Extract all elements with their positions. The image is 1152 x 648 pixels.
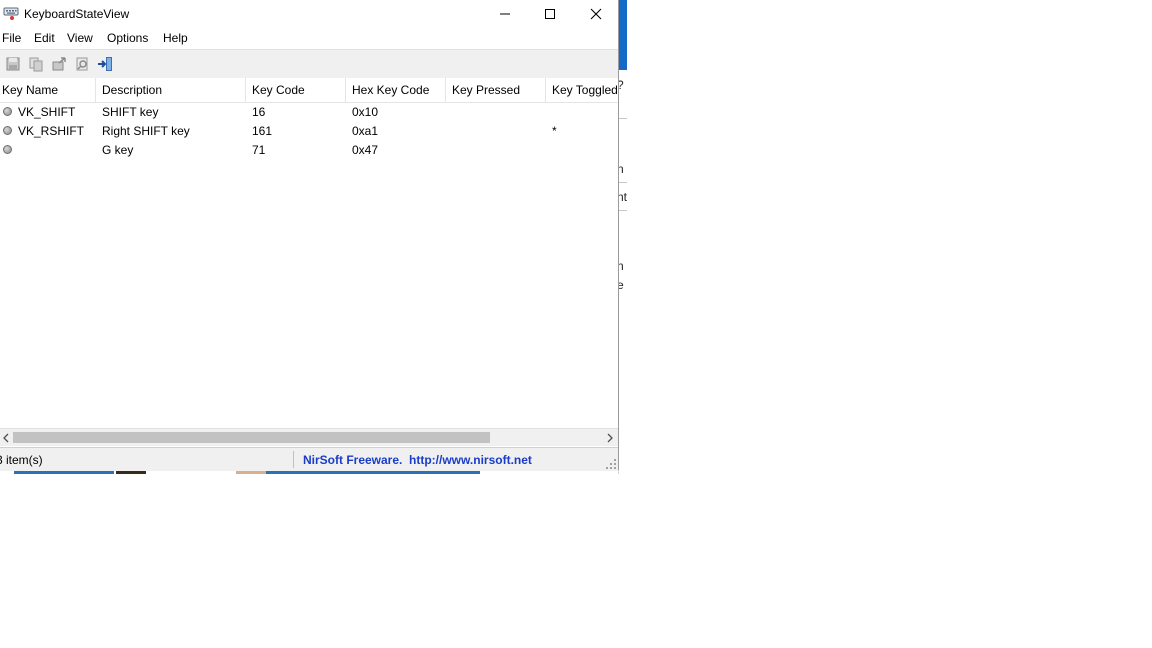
resize-grip-icon[interactable] (606, 458, 616, 469)
menu-options[interactable]: Options (107, 31, 148, 45)
list-header: Key Name Description Key Code Hex Key Co… (0, 78, 618, 103)
title-bar[interactable]: KeyboardStateView (0, 0, 618, 28)
menu-help[interactable]: Help (163, 31, 188, 45)
background-text: nt (619, 190, 627, 204)
export-icon[interactable] (50, 55, 68, 73)
column-header-key-toggled[interactable]: Key Toggled (546, 78, 618, 102)
copy-icon[interactable] (27, 55, 45, 73)
hex-key-code-cell: 0x47 (352, 143, 379, 157)
key-list[interactable]: Key Name Description Key Code Hex Key Co… (0, 78, 618, 428)
status-divider (293, 451, 294, 468)
background-divider (619, 210, 627, 211)
column-header-key-pressed[interactable]: Key Pressed (446, 78, 546, 102)
hex-key-code-cell: 0x10 (352, 105, 379, 119)
scrollbar-thumb[interactable] (13, 432, 490, 443)
key-code-cell: 16 (252, 105, 266, 119)
background-divider (619, 182, 627, 183)
table-row[interactable]: VK_SHIFT SHIFT key 16 0x10 (0, 103, 618, 122)
key-name-cell: VK_SHIFT (18, 105, 76, 119)
key-toggled-cell: * (552, 124, 557, 138)
maximize-icon (545, 9, 555, 19)
close-icon (590, 8, 602, 20)
maximize-button[interactable] (527, 0, 573, 28)
background-window: ? n nt n e (618, 0, 627, 474)
save-icon[interactable] (4, 55, 22, 73)
status-bar: 3 item(s) NirSoft Freeware. http://www.n… (0, 447, 618, 471)
background-divider (619, 118, 627, 119)
key-state-icon (3, 126, 12, 135)
column-header-key-name[interactable]: Key Name (0, 78, 96, 102)
background-window-accent (619, 0, 627, 70)
keyboard-app-icon (3, 5, 19, 21)
key-name-cell: VK_RSHIFT (18, 124, 85, 138)
horizontal-scrollbar[interactable] (0, 428, 618, 446)
table-row[interactable]: VK_RSHIFT Right SHIFT key 161 0xa1 * (0, 122, 618, 141)
properties-icon[interactable] (73, 55, 91, 73)
key-code-cell: 161 (252, 124, 273, 138)
app-window: KeyboardStateView File Edit View Options… (0, 0, 619, 471)
nirsoft-link[interactable]: NirSoft Freeware. http://www.nirsoft.net (303, 453, 532, 467)
description-cell: SHIFT key (102, 105, 159, 119)
scroll-left-icon[interactable] (0, 429, 12, 446)
description-cell: G key (102, 143, 134, 157)
menu-file[interactable]: File (2, 31, 21, 45)
description-cell: Right SHIFT key (102, 124, 190, 138)
column-header-key-code[interactable]: Key Code (246, 78, 346, 102)
window-title: KeyboardStateView (24, 7, 130, 21)
close-button[interactable] (573, 0, 619, 28)
column-header-description[interactable]: Description (96, 78, 246, 102)
minimize-button[interactable] (482, 0, 528, 28)
key-code-cell: 71 (252, 143, 266, 157)
menu-edit[interactable]: Edit (34, 31, 55, 45)
scroll-right-icon[interactable] (603, 429, 617, 446)
menu-view[interactable]: View (67, 31, 93, 45)
menu-bar: File Edit View Options Help (0, 29, 618, 49)
minimize-icon (500, 13, 510, 15)
toolbar (0, 49, 618, 79)
table-row[interactable]: G key 71 0x47 (0, 141, 618, 160)
key-state-icon (3, 145, 12, 154)
exit-icon[interactable] (97, 55, 115, 73)
column-header-hex-key-code[interactable]: Hex Key Code (346, 78, 446, 102)
key-state-icon (3, 107, 12, 116)
hex-key-code-cell: 0xa1 (352, 124, 379, 138)
item-count: 3 item(s) (0, 453, 43, 467)
